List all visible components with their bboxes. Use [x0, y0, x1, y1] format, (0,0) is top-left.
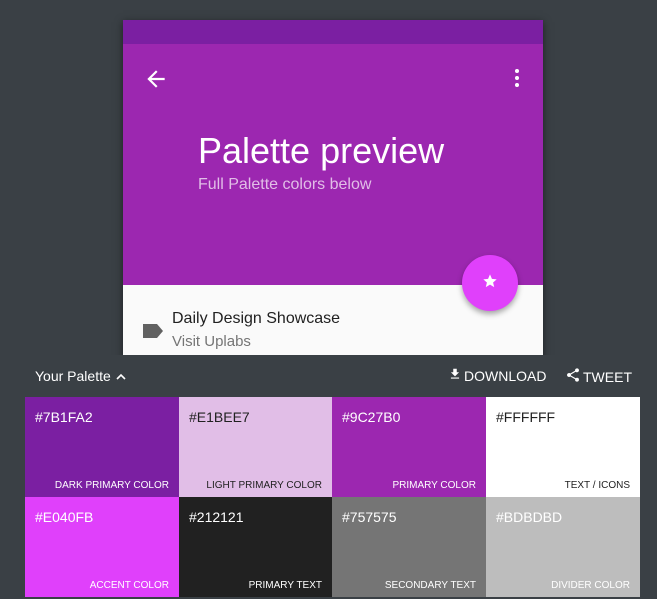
download-button[interactable]: DOWNLOAD: [448, 367, 546, 384]
swatch-label: PRIMARY COLOR: [392, 480, 476, 491]
share-icon: [565, 367, 581, 386]
palette-title: Your Palette: [35, 368, 111, 384]
favorite-fab-button[interactable]: [462, 255, 518, 311]
swatch-label: SECONDARY TEXT: [384, 580, 476, 591]
swatch-divider[interactable]: #BDBDBD DIVIDER COLOR: [486, 497, 640, 597]
swatch-label: DARK PRIMARY COLOR: [54, 480, 169, 491]
page-subtitle: Full Palette colors below: [198, 176, 372, 193]
swatch-dark-primary[interactable]: #7B1FA2 DARK PRIMARY COLOR: [25, 397, 179, 497]
page-title: Palette preview: [198, 130, 445, 171]
swatch-light-primary[interactable]: #E1BEE7 LIGHT PRIMARY COLOR: [179, 397, 332, 497]
label-icon: [141, 321, 165, 341]
swatch-primary[interactable]: #9C27B0 PRIMARY COLOR: [332, 397, 486, 497]
swatch-secondary-text[interactable]: #757575 SECONDARY TEXT: [332, 497, 486, 597]
swatch-hex: #212121: [189, 509, 244, 525]
more-vert-icon[interactable]: [505, 66, 529, 90]
swatch-label: TEXT / ICONS: [564, 480, 630, 491]
swatch-hex: #E1BEE7: [189, 409, 250, 425]
chevron-up-icon: [116, 368, 126, 384]
star-icon: [482, 273, 498, 294]
palette-panel: Your Palette DOWNLOAD TWEET #7B1FA2 DARK…: [25, 355, 640, 599]
tweet-label: TWEET: [583, 368, 632, 385]
swatch-hex: #757575: [342, 509, 397, 525]
arrow-back-icon[interactable]: [143, 66, 169, 92]
tweet-button[interactable]: TWEET: [565, 367, 632, 386]
palette-grid: #7B1FA2 DARK PRIMARY COLOR #E1BEE7 LIGHT…: [25, 397, 640, 597]
status-bar: [123, 20, 543, 44]
swatch-hex: #7B1FA2: [35, 409, 93, 425]
swatch-label: PRIMARY TEXT: [248, 580, 322, 591]
swatch-hex: #E040FB: [35, 509, 94, 525]
swatch-label: ACCENT COLOR: [89, 580, 169, 591]
palette-toggle[interactable]: Your Palette: [35, 368, 126, 384]
list-item-subtitle: Visit Uplabs: [172, 333, 251, 350]
phone-preview: Palette preview Full Palette colors belo…: [123, 20, 543, 360]
download-icon: [448, 367, 462, 384]
swatch-primary-text[interactable]: #212121 PRIMARY TEXT: [179, 497, 332, 597]
swatch-accent[interactable]: #E040FB ACCENT COLOR: [25, 497, 179, 597]
app-bar: Palette preview Full Palette colors belo…: [123, 44, 543, 285]
swatch-label: LIGHT PRIMARY COLOR: [206, 480, 322, 491]
list-item-title: Daily Design Showcase: [172, 310, 341, 327]
download-label: DOWNLOAD: [464, 367, 547, 384]
palette-header: Your Palette DOWNLOAD TWEET: [25, 355, 640, 397]
swatch-hex: #FFFFFF: [496, 409, 556, 425]
swatch-hex: #9C27B0: [342, 409, 401, 425]
swatch-text-icons[interactable]: #FFFFFF TEXT / ICONS: [486, 397, 640, 497]
swatch-label: DIVIDER COLOR: [551, 580, 630, 591]
swatch-hex: #BDBDBD: [496, 509, 563, 525]
